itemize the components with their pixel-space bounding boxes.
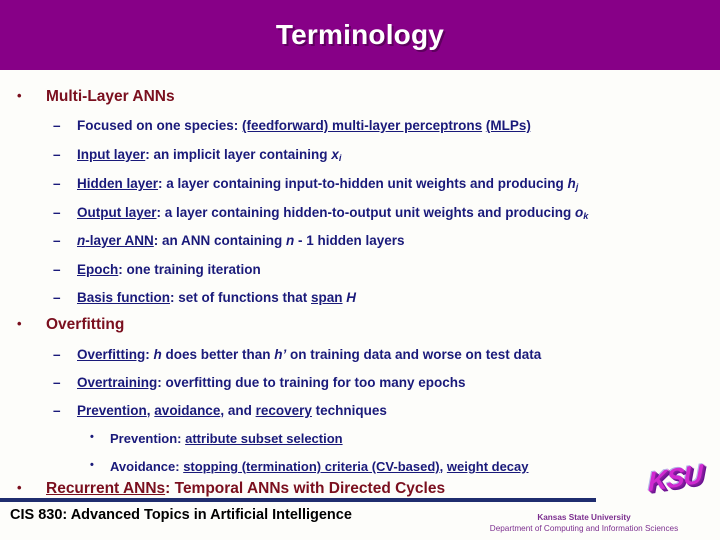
footer-course-title: CIS 830: Advanced Topics in Artificial I… (10, 507, 352, 523)
bullet-text: Prevention, avoidance, and recovery tech… (77, 403, 387, 418)
bullet-text: n-layer ANN: an ANN containing n - 1 hid… (77, 233, 405, 248)
bullet-dash-icon: – (53, 233, 61, 248)
bullet-text: Input layer: an implicit layer containin… (77, 147, 342, 164)
bullet-dash-icon: – (53, 147, 61, 162)
bullet-text: Focused on one species: (feedforward) mu… (77, 118, 531, 133)
presentation-slide: Terminology • Multi-Layer ANNs – Focused… (0, 0, 720, 540)
bullet-text: Epoch: one training iteration (77, 262, 261, 277)
footer-organization: Kansas State University Department of Co… (454, 512, 714, 534)
footer-university-name: Kansas State University (537, 513, 631, 522)
bullet-marker-icon: • (17, 480, 22, 495)
slide-body: • Multi-Layer ANNs – Focused on one spec… (0, 70, 720, 497)
bullet-dash-icon: – (53, 347, 61, 362)
page-title: Terminology (275, 19, 445, 50)
bullet-dash-icon: – (53, 403, 61, 418)
bullet-text: Recurrent ANNs: Temporal ANNs with Direc… (46, 480, 446, 497)
footer-divider (0, 498, 596, 502)
bullet-dash-icon: – (53, 290, 61, 305)
bullet-marker-icon: • (17, 316, 22, 331)
footer-department-name: Department of Computing and Information … (489, 524, 679, 533)
bullet-marker-icon: • (90, 459, 94, 471)
bullet-text: Multi-Layer ANNs (46, 88, 175, 105)
bullet-dash-icon: – (53, 262, 61, 277)
bullet-text: Overfitting: h does better than h’ on tr… (77, 347, 542, 362)
ksu-logo: KSU (648, 459, 716, 503)
bullet-text: Overfitting (46, 316, 125, 333)
bullet-dash-icon: – (53, 205, 61, 220)
bullet-text: Basis function: set of functions that sp… (77, 290, 357, 305)
bullet-marker-icon: • (90, 431, 94, 443)
bullet-dash-icon: – (53, 176, 61, 191)
bullet-marker-icon: • (17, 88, 22, 103)
bullet-text: Prevention: attribute subset selection (110, 431, 343, 446)
bullet-text: Avoidance: stopping (termination) criter… (110, 459, 529, 474)
bullet-dash-icon: – (53, 118, 61, 133)
bullet-text: Hidden layer: a layer containing input-t… (77, 176, 579, 193)
bullet-dash-icon: – (53, 375, 61, 390)
bullet-text: Overtraining: overfitting due to trainin… (77, 375, 466, 390)
ksu-logo-text: KSU (648, 458, 703, 498)
bullet-text: Output layer: a layer containing hidden-… (77, 205, 589, 222)
